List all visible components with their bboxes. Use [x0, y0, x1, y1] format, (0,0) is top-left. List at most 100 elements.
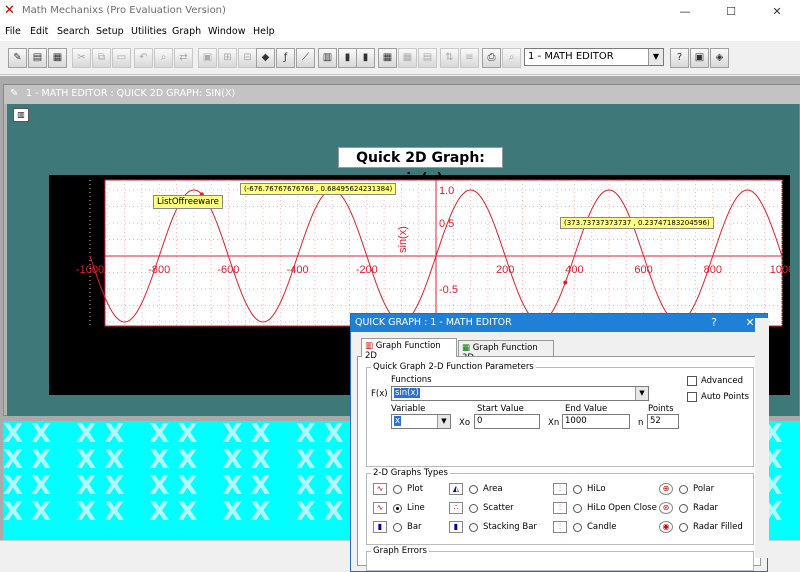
radar-filled-type-icon: ◉ — [659, 521, 673, 533]
type-candle-label: Candle — [587, 522, 617, 532]
editor-select[interactable]: 1 - MATH EDITOR ▼ — [524, 48, 664, 66]
matrix-icon[interactable]: ▦ — [378, 48, 397, 68]
params-group: Quick Graph 2-D Function Parameters Func… — [366, 362, 754, 467]
graph3d-icon[interactable]: ▮ — [356, 48, 375, 68]
variable-value: x — [394, 416, 402, 426]
menu-window[interactable]: Window — [208, 26, 245, 37]
xn-label: Xn — [548, 418, 560, 428]
bar-type-icon: ▮ — [373, 521, 387, 533]
x-tick-label: -600 — [217, 264, 239, 276]
graph-types-group: 2-D Graphs Types ∿ Plot ∿ Line ▮ Bar ◭ A… — [366, 468, 754, 545]
end-value-label: End Value — [565, 404, 608, 414]
hilo-open-close-type-icon: ⫶ — [553, 502, 567, 514]
xo-label: Xo — [459, 418, 471, 428]
x-tick-label: -1000 — [76, 264, 104, 276]
save-icon[interactable]: ▦ — [48, 48, 67, 68]
radio-hilo[interactable] — [573, 485, 582, 494]
n-label: n — [638, 418, 644, 428]
table-icon[interactable]: ⊟ — [238, 48, 257, 68]
pencil-icon[interactable]: ✎ — [8, 48, 27, 68]
plot-icon[interactable]: ⟋ — [296, 48, 315, 68]
units-icon[interactable]: ⇅ — [440, 48, 459, 68]
help-pointer-icon[interactable]: ? — [670, 48, 689, 68]
radio-radar[interactable] — [679, 504, 688, 513]
graph3d-tab-icon: ▦ — [462, 343, 471, 353]
start-value-input[interactable]: 0 — [474, 414, 540, 429]
replace-icon[interactable]: ⇄ — [174, 48, 193, 68]
start-value-label: Start Value — [477, 404, 524, 414]
type-radar-label: Radar — [693, 503, 719, 513]
graph-types-label: 2-D Graphs Types — [371, 468, 450, 478]
print-icon[interactable]: ⎙ — [482, 48, 501, 68]
chevron-down-icon[interactable]: ▼ — [648, 49, 663, 65]
menu-edit[interactable]: Edit — [30, 26, 48, 37]
paste-icon[interactable]: ▭ — [112, 48, 131, 68]
undo-icon[interactable]: ↶ — [134, 48, 153, 68]
function-icon[interactable]: ƒ — [276, 48, 295, 68]
graph2d-tab-icon: ▥ — [365, 341, 374, 351]
menu-help[interactable]: Help — [253, 26, 275, 37]
menu-utilities[interactable]: Utilities — [131, 26, 167, 37]
variable-label: Variable — [391, 404, 426, 414]
vendor-tooltip: ListOffreeware — [153, 195, 223, 209]
ml-icon[interactable]: ≡ — [460, 48, 479, 68]
type-hilo-label: HiLo — [587, 484, 606, 494]
about-icon[interactable]: ▣ — [690, 48, 709, 68]
print-preview-icon[interactable]: ⌕ — [502, 48, 521, 68]
app-title: Math Mechanixs (Pro Evaluation Version) — [22, 5, 226, 16]
calc-icon[interactable]: ▣ — [198, 48, 217, 68]
type-line-label: Line — [407, 503, 425, 513]
radio-area[interactable] — [469, 485, 478, 494]
graph-errors-label: Graph Errors — [371, 546, 429, 556]
vertical-scrollbar[interactable] — [755, 318, 769, 558]
app-logo-icon: ✕ — [4, 3, 15, 18]
candle-type-icon: ⫶ — [553, 521, 567, 533]
minimize-button[interactable]: — — [662, 0, 708, 24]
menu-setup[interactable]: Setup — [96, 26, 124, 37]
type-polar-label: Polar — [693, 484, 715, 494]
close-button[interactable]: ✕ — [754, 0, 800, 24]
radio-bar[interactable] — [393, 523, 402, 532]
matrix2-icon[interactable]: ▦ — [398, 48, 417, 68]
advanced-label: Advanced — [701, 376, 743, 386]
graph2d-icon[interactable]: ▮ — [338, 48, 357, 68]
cut-icon[interactable]: ✂ — [72, 48, 91, 68]
points-label: Points — [648, 404, 674, 414]
radio-line[interactable] — [393, 504, 402, 513]
dialog-help-button[interactable]: ? — [701, 314, 727, 332]
end-value-input[interactable]: 1000 — [562, 414, 630, 429]
database-icon[interactable]: ▥ — [318, 48, 337, 68]
grid-icon[interactable]: ⊞ — [218, 48, 237, 68]
tab-graph-function-2d[interactable]: ▥ Graph Function 2D — [361, 338, 457, 361]
radio-scatter[interactable] — [469, 504, 478, 513]
maximize-button[interactable]: ☐ — [708, 0, 754, 24]
menu-graph[interactable]: Graph — [172, 26, 201, 37]
find-icon[interactable]: ⌕ — [154, 48, 173, 68]
matrix3-icon[interactable]: ▤ — [418, 48, 437, 68]
chart-options-icon[interactable]: ▥ — [13, 108, 29, 122]
x-tick-label: -200 — [356, 264, 378, 276]
menu-file[interactable]: File — [5, 26, 21, 37]
child-window-icon: ✎ — [10, 88, 19, 99]
stacking-bar-type-icon: ▮ — [449, 521, 463, 533]
params-group-label: Quick Graph 2-D Function Parameters — [371, 362, 536, 372]
radio-radar-filled[interactable] — [679, 523, 688, 532]
function-combo[interactable]: sin(x) ▼ — [391, 386, 649, 401]
type-scatter-label: Scatter — [483, 503, 514, 513]
radio-stacking-bar[interactable] — [469, 523, 478, 532]
variable-combo[interactable]: x ▼ — [391, 414, 451, 429]
book-icon[interactable]: ◈ — [710, 48, 729, 68]
points-input[interactable]: 52 — [647, 414, 679, 429]
solver-icon[interactable]: ◆ — [256, 48, 275, 68]
menu-search[interactable]: Search — [57, 26, 90, 37]
tab-graph-function-3d[interactable]: ▦ Graph Function 3D — [458, 340, 554, 363]
radio-candle[interactable] — [573, 523, 582, 532]
chevron-down-icon[interactable]: ▼ — [635, 387, 648, 400]
chevron-down-icon[interactable]: ▼ — [437, 415, 450, 428]
radio-plot[interactable] — [393, 485, 402, 494]
radio-hilo-open-close[interactable] — [573, 504, 582, 513]
copy-icon[interactable]: ⧉ — [92, 48, 111, 68]
open-icon[interactable]: ▤ — [28, 48, 47, 68]
radio-polar[interactable] — [679, 485, 688, 494]
child-window-title: 1 - MATH EDITOR : QUICK 2D GRAPH: SIN(X) — [4, 85, 800, 104]
